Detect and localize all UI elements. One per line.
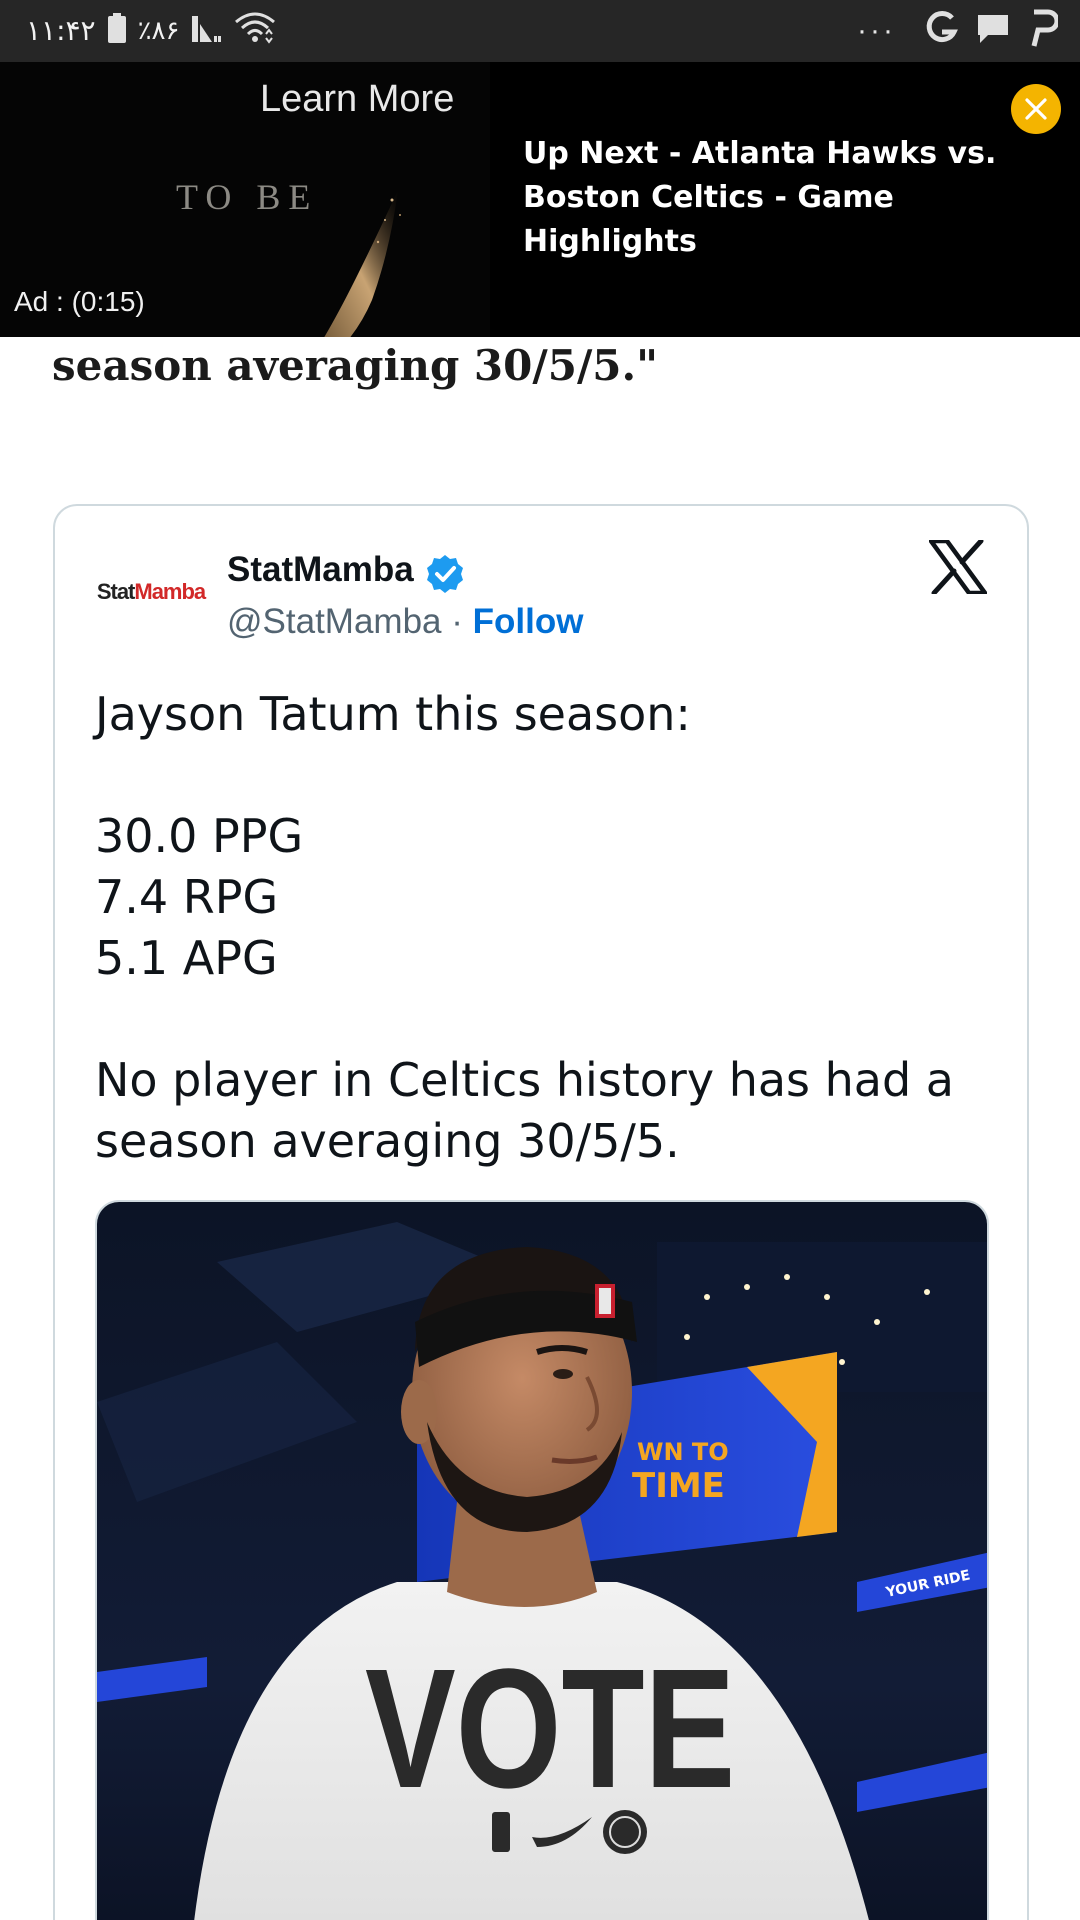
author-name[interactable]: StatMamba [227,550,414,590]
tweet-line: season averaging 30/5/5. [95,1114,680,1168]
close-icon [1025,98,1047,120]
x-logo-icon[interactable] [929,540,987,594]
ad-creative-image [324,190,401,337]
verified-badge-icon [427,555,463,593]
avatar-text-mamba: Mamba [134,579,206,604]
up-next-line-2: Boston Celtics - Game Highlights [523,180,894,259]
tweet-line: Jayson Tatum this season: [95,687,691,741]
clock: ۱۱:۴۲ [26,14,96,47]
tweet-embed[interactable]: Stat Mamba StatMamba @StatMamba · Follow … [53,504,1029,1920]
battery-percent: ٪۸۶ [137,15,180,46]
follow-button[interactable]: Follow [473,602,584,641]
tweet-line: 30.0 PPG [95,809,304,863]
battery-icon [107,13,126,48]
nba-logo-icon [492,1812,510,1852]
close-ad-button[interactable] [1011,84,1061,134]
tweet-text: Jayson Tatum this season: 30.0 PPG 7.4 R… [95,684,995,1172]
overflow-icon: ··· [857,13,896,47]
jumbotron-text: WN TO [637,1438,729,1466]
tweet-line: 7.4 RPG [95,870,279,924]
ad-timer: Ad : (0:15) [14,286,145,317]
player-photo: WN TO TIME YOUR RIDE VOTE [97,1202,987,1920]
handle-line: @StatMamba · Follow [227,602,583,642]
ad-video-player[interactable]: Learn More TO BE Ad : (0:15) [0,62,490,337]
status-right-group: ··· [857,8,1060,53]
status-bar: ۱۱:۴۲ ٪۸۶ ··· [0,0,1080,62]
separator-dot: · [451,602,463,641]
tweet-line: 5.1 APG [95,931,278,985]
learn-more-link[interactable]: Learn More [260,78,454,121]
jumbotron-text: TIME [632,1466,725,1506]
avatar[interactable]: Stat Mamba [95,536,207,648]
tweet-line: No player in Celtics history has had a [95,1053,954,1107]
message-icon [976,11,1010,50]
wifi-icon [234,12,276,49]
up-next-line-1: Up Next - Atlanta Hawks vs. [523,136,997,171]
google-icon [924,8,958,53]
shirt-text: VOTE [365,1634,735,1824]
signal-icon [191,14,222,47]
ad-creative-text: TO BE [176,177,319,217]
tweet-media-photo[interactable]: WN TO TIME YOUR RIDE VOTE [95,1200,989,1920]
video-ad-banner[interactable]: Learn More TO BE Ad : (0:15) Up Next - A… [0,62,1080,337]
author-handle[interactable]: @StatMamba [227,602,442,641]
up-next-title[interactable]: Up Next - Atlanta Hawks vs. Boston Celti… [523,132,1053,264]
p-app-icon [1028,8,1060,53]
avatar-text-stat: Stat [96,579,136,604]
status-left-group: ۱۱:۴۲ ٪۸۶ [26,12,276,49]
article-quote-text: season averaging 30/5/5." [52,341,659,390]
